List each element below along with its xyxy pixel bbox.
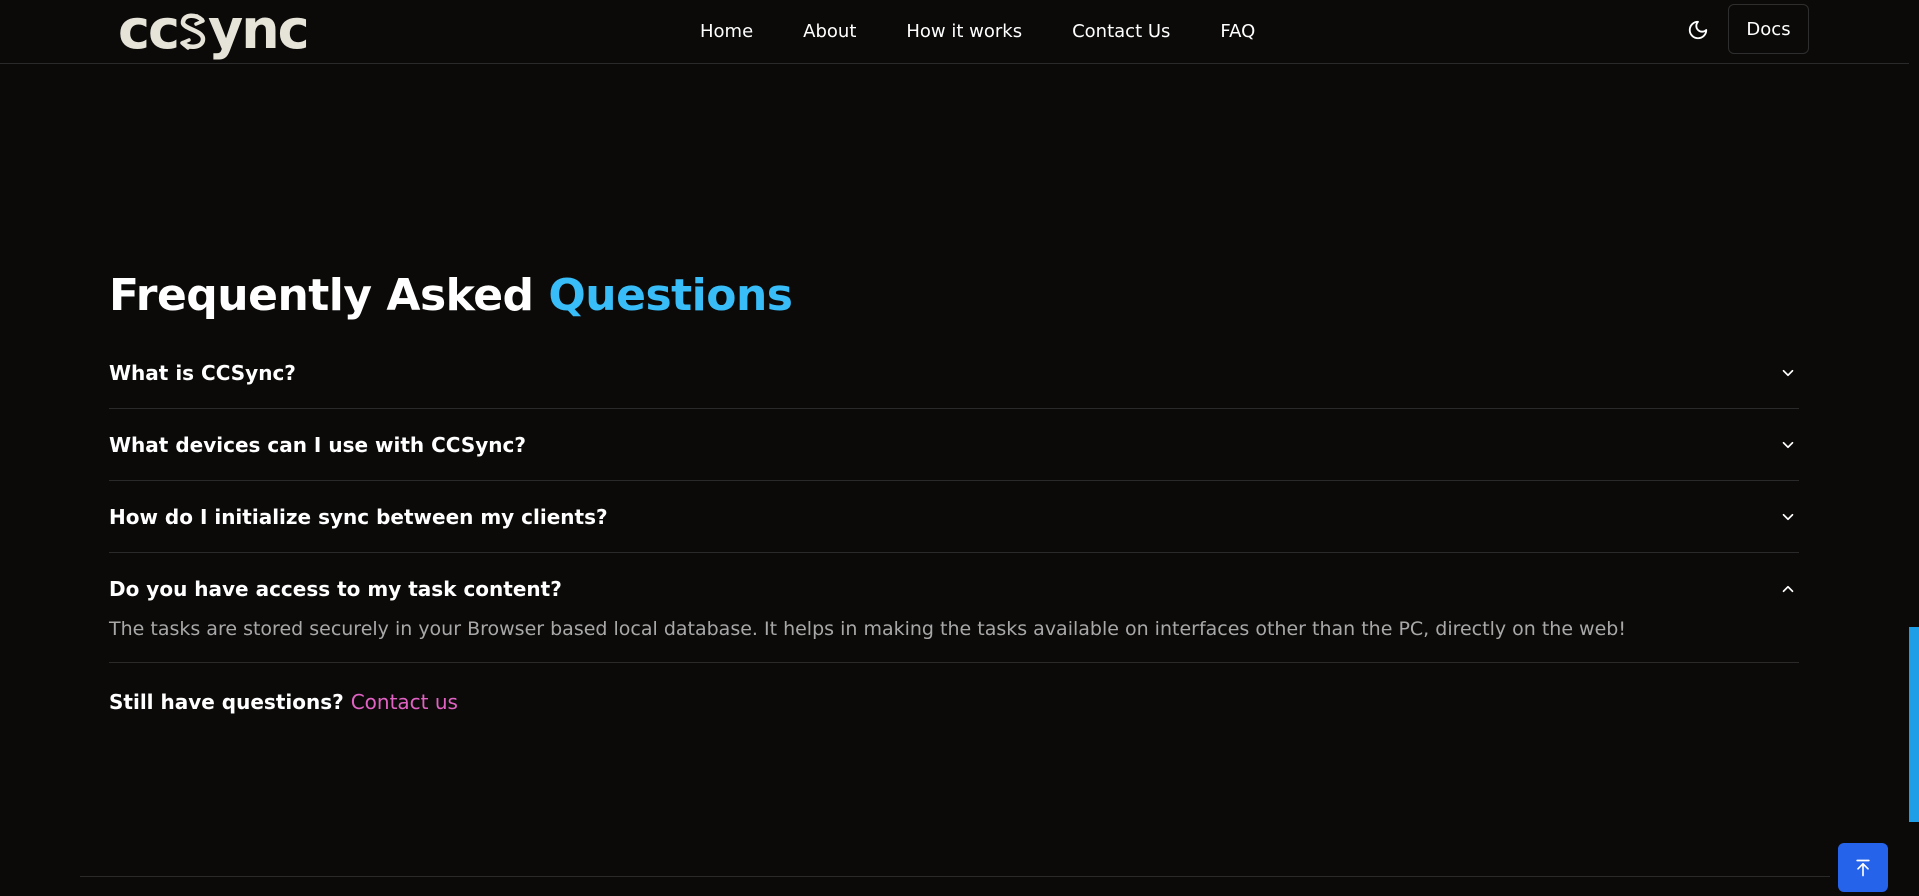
faq-trigger-task-content[interactable]: Do you have access to my task content?: [109, 553, 1799, 624]
scroll-to-top-button[interactable]: [1838, 843, 1888, 892]
faq-question: Do you have access to my task content?: [109, 576, 562, 601]
faq-item: How do I initialize sync between my clie…: [109, 481, 1799, 553]
faq-heading-main: Frequently Asked: [109, 270, 534, 321]
faq-accordion: What is CCSync? What devices can I use w…: [109, 337, 1799, 663]
ccsync-logo[interactable]: cc ync: [118, 0, 310, 61]
moon-icon: [1688, 20, 1708, 40]
docs-button[interactable]: Docs: [1728, 4, 1809, 54]
site-header: cc ync Home About How it works Contact U…: [0, 0, 1909, 64]
chevron-up-icon: [1782, 585, 1794, 592]
faq-item: What devices can I use with CCSync?: [109, 409, 1799, 481]
theme-toggle-button[interactable]: [1682, 14, 1714, 46]
nav-faq[interactable]: FAQ: [1220, 21, 1255, 42]
arrow-up-to-line-icon: [1856, 859, 1870, 876]
nav-about[interactable]: About: [803, 21, 856, 42]
faq-trigger-what-is-ccsync[interactable]: What is CCSync?: [109, 337, 1799, 408]
faq-question: What devices can I use with CCSync?: [109, 432, 526, 457]
footer-divider: [80, 876, 1830, 877]
faq-question: What is CCSync?: [109, 360, 296, 385]
sync-arrows-icon: [180, 13, 206, 50]
still-have-questions: Still have questions? Contact us: [109, 690, 458, 714]
contact-us-link[interactable]: Contact us: [351, 690, 458, 714]
faq-answer: The tasks are stored securely in your Br…: [109, 618, 1626, 640]
faq-question: How do I initialize sync between my clie…: [109, 504, 608, 529]
faq-trigger-devices[interactable]: What devices can I use with CCSync?: [109, 409, 1799, 480]
faq-item: What is CCSync?: [109, 337, 1799, 409]
chevron-down-icon: [1782, 441, 1794, 448]
faq-trigger-initialize-sync[interactable]: How do I initialize sync between my clie…: [109, 481, 1799, 552]
page-scrollbar[interactable]: [1909, 0, 1919, 896]
scrollbar-thumb[interactable]: [1909, 627, 1919, 822]
chevron-down-icon: [1782, 369, 1794, 376]
chevron-down-icon: [1782, 513, 1794, 520]
still-have-questions-text: Still have questions?: [109, 690, 344, 714]
main-nav: Home About How it works Contact Us FAQ: [700, 0, 1255, 62]
faq-heading: Frequently Asked Questions: [109, 268, 793, 324]
faq-heading-accent: Questions: [548, 270, 793, 321]
nav-home[interactable]: Home: [700, 21, 753, 42]
nav-how-it-works[interactable]: How it works: [906, 21, 1022, 42]
nav-contact-us[interactable]: Contact Us: [1072, 21, 1170, 42]
logo-ync: ync: [208, 0, 310, 61]
faq-item-expanded: Do you have access to my task content? T…: [109, 553, 1799, 663]
logo-cc: cc: [118, 0, 180, 61]
